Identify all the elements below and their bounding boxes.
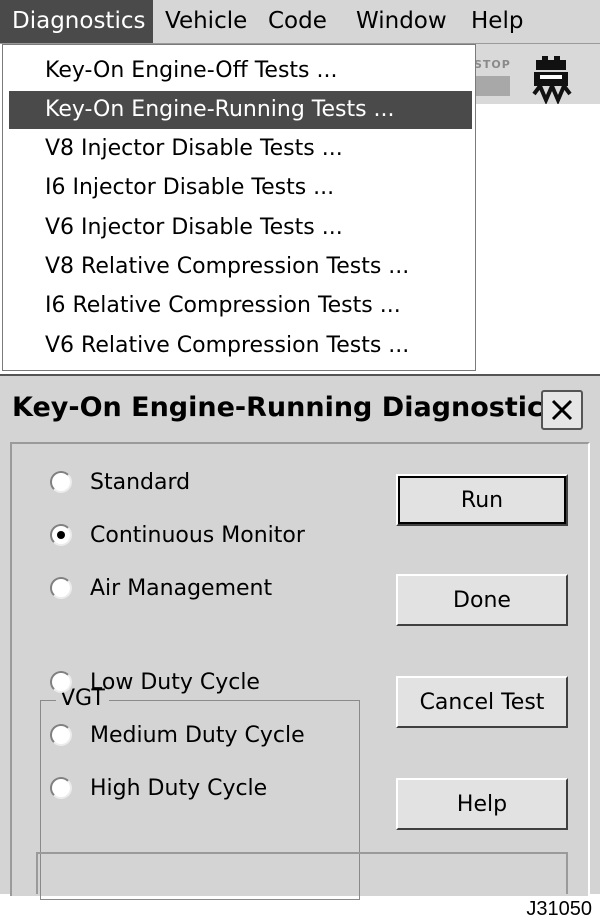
- menubar: Diagnostics Vehicle Code Window Help: [0, 0, 600, 44]
- dd-item-v8-injector[interactable]: V8 Injector Disable Tests ...: [9, 130, 472, 168]
- radio-air-management-circle[interactable]: [50, 577, 72, 599]
- radio-standard-circle[interactable]: [50, 471, 72, 493]
- radio-low-duty-cycle-circle[interactable]: [50, 671, 72, 693]
- run-button[interactable]: Run: [396, 474, 568, 526]
- done-button[interactable]: Done: [396, 574, 568, 626]
- menu-help[interactable]: Help: [459, 0, 535, 43]
- dd-item-v6-injector[interactable]: V6 Injector Disable Tests ...: [9, 209, 472, 247]
- menu-diagnostics[interactable]: Diagnostics: [0, 0, 153, 43]
- status-area: [36, 852, 568, 894]
- wave-icon[interactable]: [532, 80, 572, 106]
- dialog-client: Standard Continuous Monitor Air Manageme…: [10, 442, 590, 900]
- cancel-test-button[interactable]: Cancel Test: [396, 676, 568, 728]
- dd-item-koeo[interactable]: Key-On Engine-Off Tests ...: [9, 52, 472, 90]
- radio-air-management-label: Air Management: [90, 576, 273, 601]
- menu-window[interactable]: Window: [344, 0, 459, 43]
- menu-vehicle[interactable]: Vehicle: [153, 0, 259, 43]
- radio-medium-duty-cycle-label: Medium Duty Cycle: [90, 723, 305, 748]
- radio-high-duty-cycle-label: High Duty Cycle: [90, 776, 268, 801]
- dialog-title: Key-On Engine-Running Diagnostics: [12, 392, 560, 423]
- dd-item-i6-compression[interactable]: I6 Relative Compression Tests ...: [9, 287, 472, 325]
- dd-item-koer[interactable]: Key-On Engine-Running Tests ...: [9, 91, 472, 129]
- dialog-titlebar[interactable]: Key-On Engine-Running Diagnostics: [0, 376, 600, 442]
- close-button[interactable]: [541, 390, 583, 430]
- help-button[interactable]: Help: [396, 778, 568, 830]
- dd-item-v6-compression[interactable]: V6 Relative Compression Tests ...: [9, 327, 472, 365]
- stop-label: STOP: [474, 58, 511, 71]
- stop-bar: [476, 76, 510, 96]
- radio-selected-dot: [57, 531, 65, 539]
- diagnostics-dropdown: Key-On Engine-Off Tests ... Key-On Engin…: [2, 44, 476, 371]
- dd-item-v8-compression[interactable]: V8 Relative Compression Tests ...: [9, 248, 472, 286]
- close-icon: [551, 399, 573, 421]
- radio-medium-duty-cycle-circle[interactable]: [50, 724, 72, 746]
- dd-item-i6-injector[interactable]: I6 Injector Disable Tests ...: [9, 169, 472, 207]
- radio-continuous-monitor-label: Continuous Monitor: [90, 523, 305, 548]
- radio-continuous-monitor-circle[interactable]: [50, 524, 72, 546]
- radio-low-duty-cycle-label: Low Duty Cycle: [90, 670, 260, 695]
- stop-button[interactable]: STOP: [474, 54, 510, 100]
- koer-dialog: Key-On Engine-Running Diagnostics Standa…: [0, 374, 600, 900]
- radio-high-duty-cycle-circle[interactable]: [50, 777, 72, 799]
- figure-id: J31050: [526, 898, 592, 920]
- menu-code[interactable]: Code: [256, 0, 339, 43]
- radio-standard-label: Standard: [90, 470, 191, 495]
